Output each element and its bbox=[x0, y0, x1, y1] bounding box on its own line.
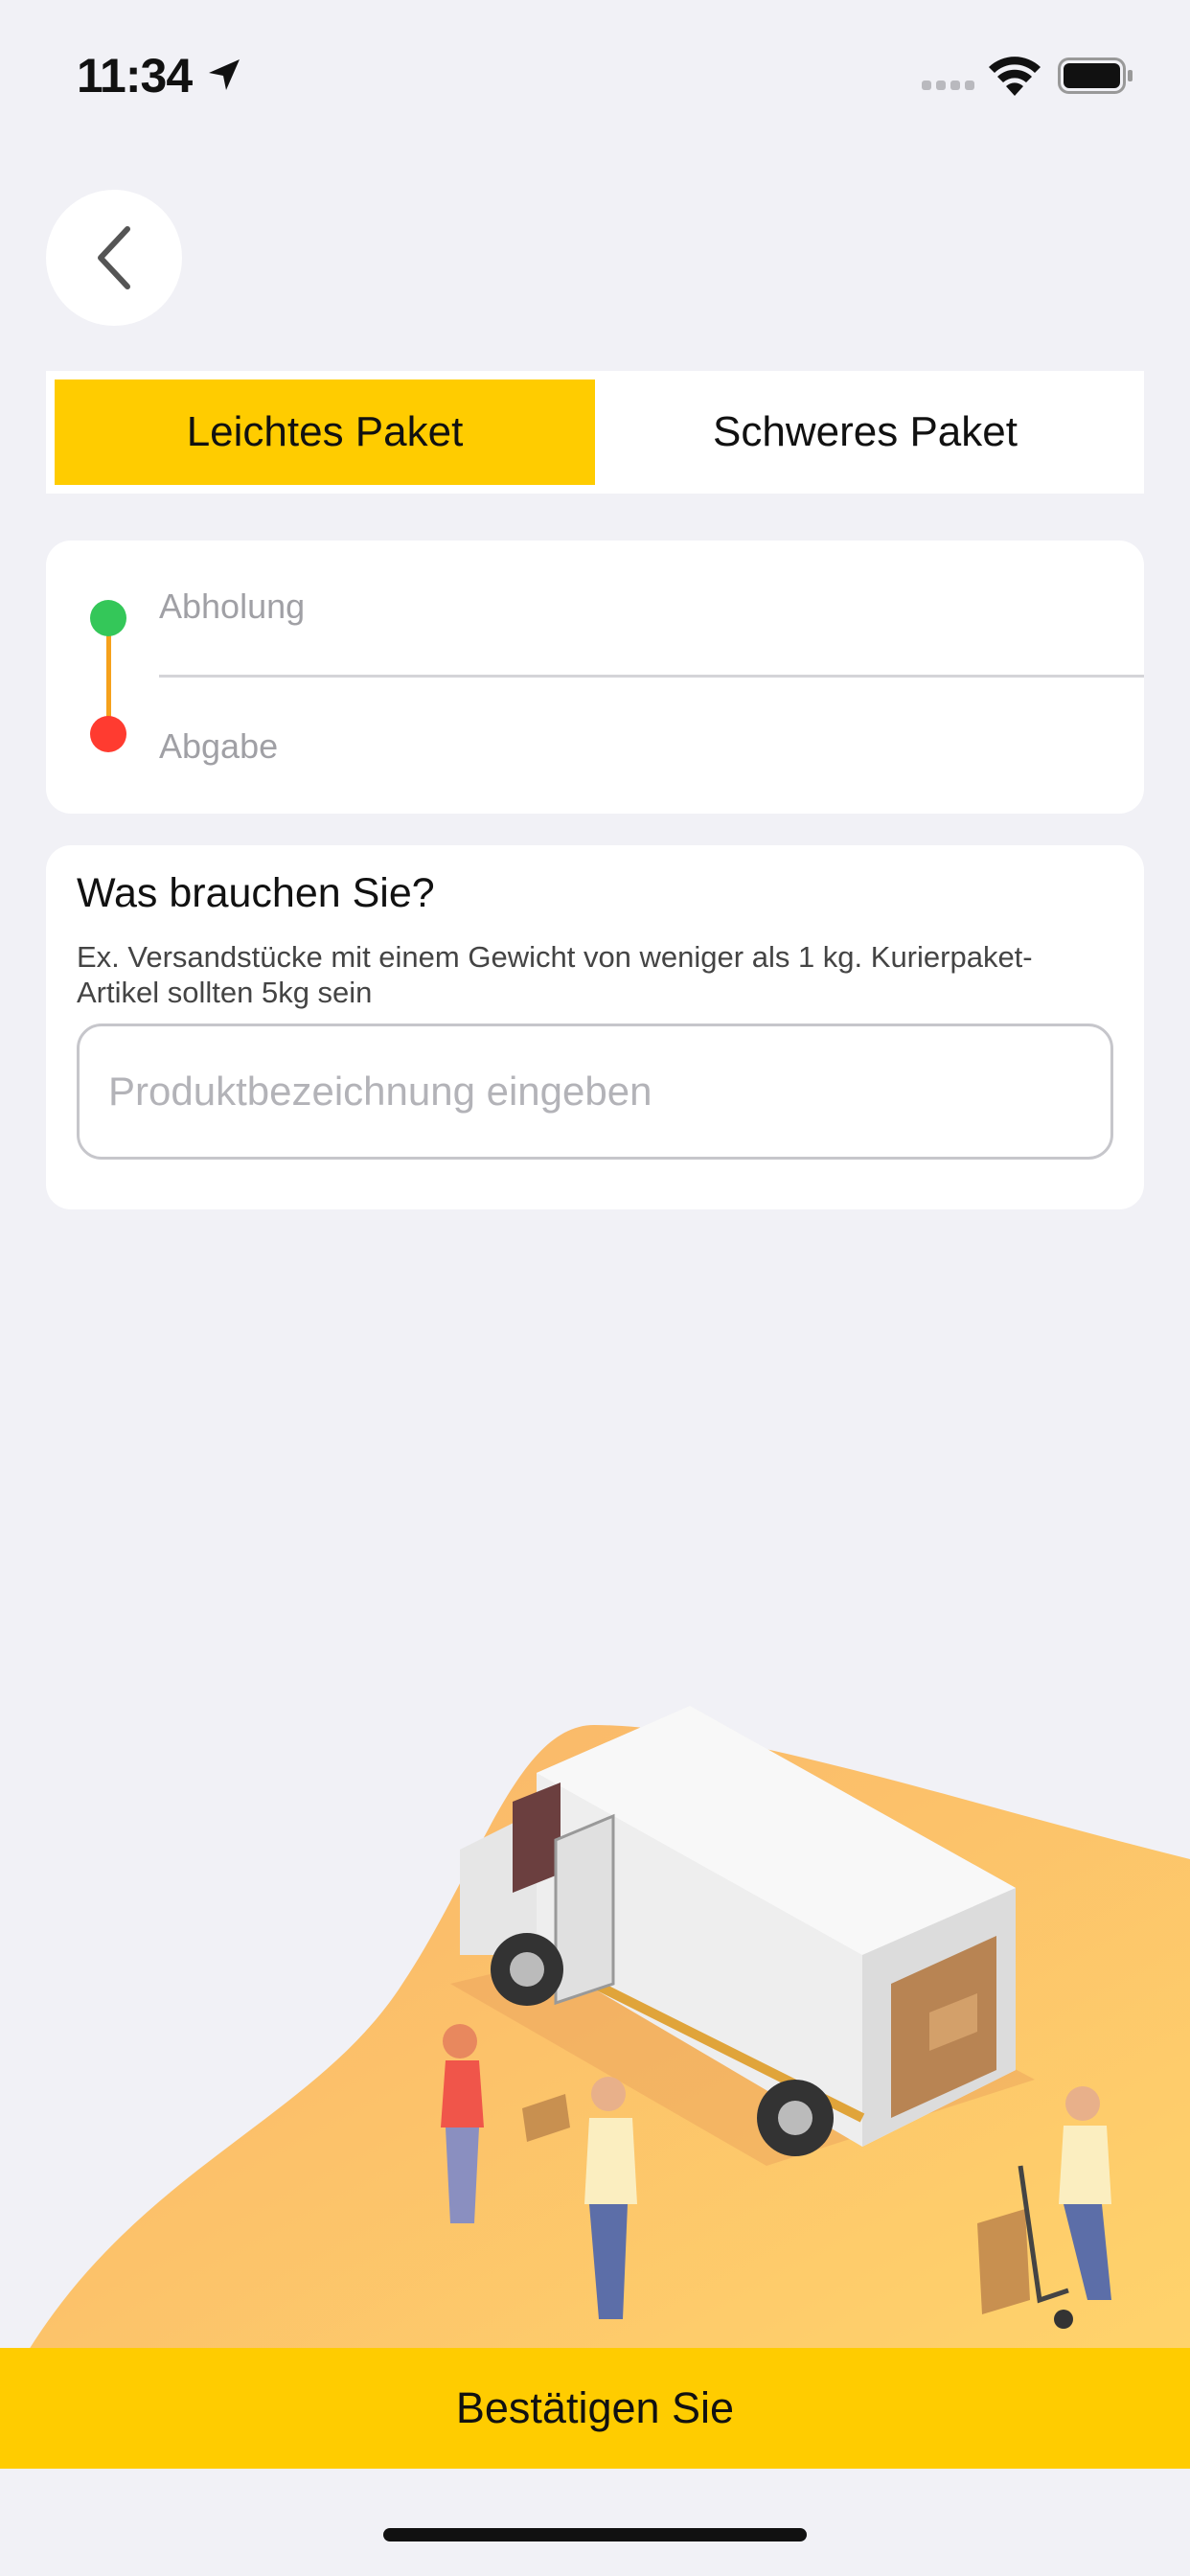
back-button[interactable] bbox=[46, 190, 182, 326]
dropoff-field[interactable]: Abgabe bbox=[159, 726, 278, 767]
cellular-signal-icon bbox=[922, 80, 975, 94]
wifi-icon bbox=[989, 57, 1041, 96]
location-arrow-icon bbox=[209, 59, 240, 90]
tab-heavy-package[interactable]: Schweres Paket bbox=[595, 380, 1135, 485]
delivery-van-illustration bbox=[29, 1706, 1190, 2350]
product-card-hint: Ex. Versandstücke mit einem Gewicht von … bbox=[77, 940, 1033, 1009]
home-indicator[interactable] bbox=[383, 2528, 807, 2542]
pickup-field[interactable]: Abholung bbox=[159, 586, 305, 627]
route-divider bbox=[159, 675, 1144, 678]
product-card: Was brauchen Sie? Ex. Versandstücke mit … bbox=[46, 845, 1144, 1209]
chevron-left-icon bbox=[98, 226, 130, 289]
dropoff-dot-icon bbox=[90, 716, 126, 752]
status-time: 11:34 bbox=[77, 49, 193, 103]
package-type-tabs: Leichtes Paket Schweres Paket bbox=[46, 371, 1144, 494]
pickup-dot-icon bbox=[90, 600, 126, 636]
product-card-title: Was brauchen Sie? bbox=[77, 870, 435, 916]
route-connector-line bbox=[106, 632, 111, 719]
product-name-input[interactable] bbox=[77, 1024, 1113, 1160]
tab-light-package[interactable]: Leichtes Paket bbox=[55, 380, 595, 485]
confirm-button[interactable]: Bestätigen Sie bbox=[0, 2348, 1190, 2469]
battery-icon bbox=[1058, 58, 1133, 94]
status-bar: 11:34 bbox=[0, 0, 1190, 144]
route-card: Abholung Abgabe bbox=[46, 540, 1144, 814]
